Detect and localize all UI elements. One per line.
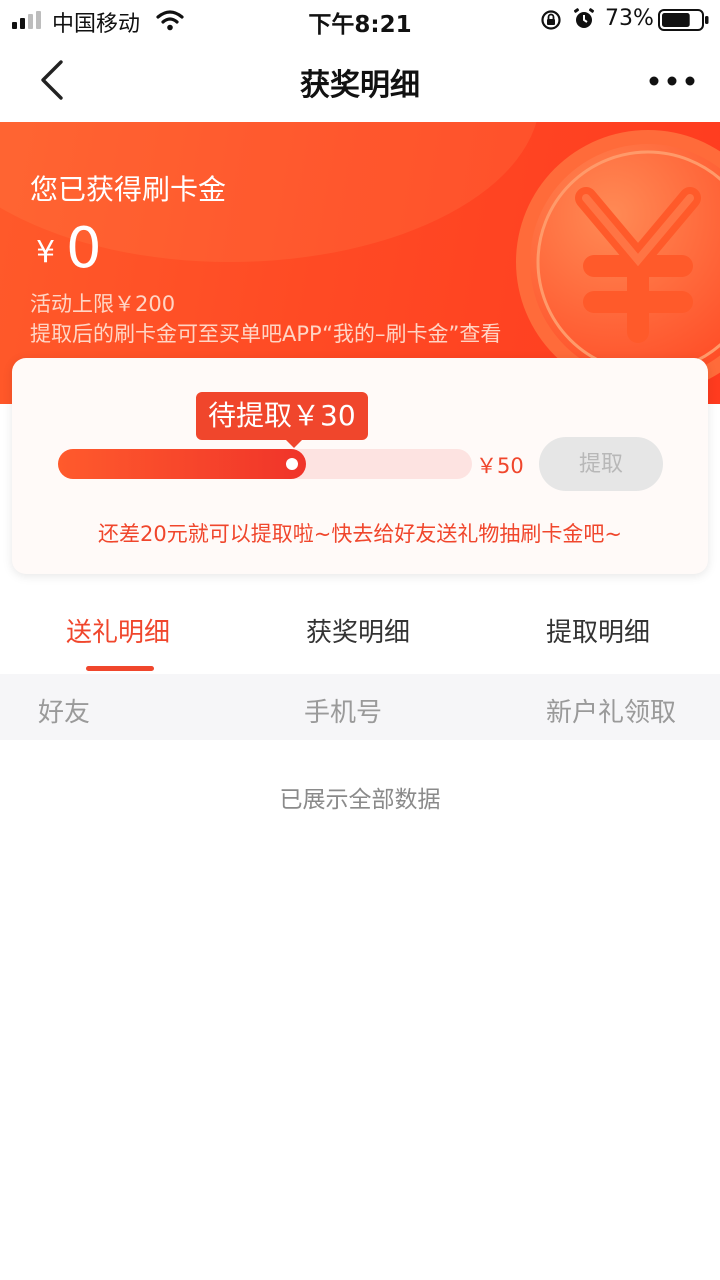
progress-fill	[58, 449, 306, 479]
tab-active-indicator	[86, 666, 154, 671]
pending-tag-pointer	[286, 440, 302, 448]
withdraw-button[interactable]: 提取	[539, 437, 663, 491]
alarm-icon	[573, 8, 595, 28]
table-header: 好友 手机号 新户礼领取	[0, 674, 720, 740]
progress-card: 待提取￥30 ￥50 提取 还差20元就可以提取啦~快去给好友送礼物抽刷卡金吧~	[12, 358, 708, 574]
page-title: 获奖明细	[300, 68, 420, 103]
column-header-friend: 好友	[38, 698, 91, 728]
column-header-phone: 手机号	[304, 698, 383, 728]
column-header-new-user-gift: 新户礼领取	[546, 698, 677, 728]
progress-max-label: ￥50	[476, 454, 524, 478]
tab-withdraw-details[interactable]: 提取明细	[546, 612, 650, 649]
all-data-shown-text: 已展示全部数据	[279, 787, 441, 813]
progress-knob	[286, 458, 298, 470]
withdraw-note: 提取后的刷卡金可至买单吧APP“我的–刷卡金”查看	[30, 322, 502, 346]
progress-hint: 还差20元就可以提取啦~快去给好友送礼物抽刷卡金吧~	[98, 522, 622, 546]
tab-prize-details[interactable]: 获奖明细	[306, 612, 410, 649]
more-dots-icon[interactable]	[646, 66, 698, 96]
earned-amount: 0	[66, 216, 102, 281]
banner-title: 您已获得刷卡金	[30, 173, 227, 206]
status-bar: 中国移动 下午8:21 73%	[0, 0, 720, 40]
nav-bar: 获奖明细	[0, 40, 720, 122]
currency-symbol: ¥	[36, 235, 56, 270]
battery-percent: 73%	[605, 6, 654, 31]
tab-gift-details[interactable]: 送礼明细	[66, 612, 170, 649]
battery-icon	[658, 9, 709, 31]
activity-limit: 活动上限￥200	[30, 292, 176, 316]
rotation-lock-icon	[541, 10, 561, 30]
pending-amount-tag: 待提取￥30	[196, 392, 368, 440]
detail-tabs: 送礼明细 获奖明细 提取明细	[0, 590, 720, 674]
